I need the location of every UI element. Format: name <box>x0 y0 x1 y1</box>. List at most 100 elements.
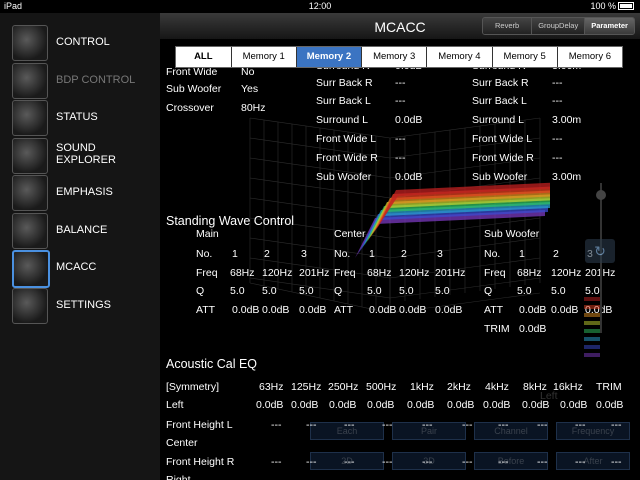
legend-swatch <box>584 337 600 341</box>
legend-swatch <box>584 321 600 325</box>
level-value: --- <box>395 95 406 107</box>
sidebar-item-bdp-control[interactable]: BDP CONTROL <box>10 62 160 99</box>
sidebar-icon <box>12 287 48 324</box>
row-label: No. <box>484 248 501 260</box>
sidebar-icon <box>12 175 48 211</box>
filter-q: 5.0 <box>262 285 277 297</box>
row-label: Freq <box>334 267 356 279</box>
eq-band-header: 250Hz <box>328 381 359 393</box>
sidebar-item-label: SOUND EXPLORER <box>56 141 116 166</box>
sidebar-item-label: CONTROL <box>56 36 110 48</box>
reset-view-icon[interactable]: ↻ <box>585 239 615 263</box>
sidebar-icon <box>12 212 48 249</box>
filter-no: 2 <box>553 248 559 260</box>
eq-cell: --- <box>611 419 622 431</box>
eq-cell: 0.0dB <box>329 399 357 411</box>
sidebar-item-label: BDP CONTROL <box>56 73 136 86</box>
tab-memory-1[interactable]: Memory 1 <box>230 47 296 67</box>
level-label: Front Wide L <box>316 133 377 145</box>
filter-no: 1 <box>369 248 375 260</box>
eq-cell: --- <box>575 419 586 431</box>
eq-cell: 0.0dB <box>560 399 588 411</box>
filter-att: 0.0dB <box>369 304 397 316</box>
tab-groupdelay[interactable]: GroupDelay <box>531 18 585 34</box>
sidebar-icon <box>12 250 50 288</box>
row-label: ATT <box>196 304 216 316</box>
sidebar-icon <box>12 137 48 174</box>
sidebar-item-mcacc[interactable]: MCACC <box>10 250 160 288</box>
distance-value: 3.00m <box>552 171 582 183</box>
view-segmented-control: Reverb GroupDelay Parameter <box>482 17 635 35</box>
eq-band-header: 125Hz <box>291 381 322 393</box>
eq-cell: --- <box>271 456 282 468</box>
eq-cell: --- <box>498 419 509 431</box>
distance-label: Surr Back L <box>472 95 527 107</box>
legend-swatch <box>584 305 600 309</box>
eq-cell: 0.0dB <box>596 399 624 411</box>
trim-label: TRIM <box>484 323 510 335</box>
eq-cell: 0.0dB <box>407 399 435 411</box>
tab-memory-4[interactable]: Memory 4 <box>426 47 491 67</box>
main-panel: MCACC Reverb GroupDelay Parameter ALL Memor… <box>160 13 640 480</box>
filter-freq: 68Hz <box>230 267 255 279</box>
legend-swatch <box>584 329 600 333</box>
group-name: Main <box>196 228 219 240</box>
eq-band-header: 16kHz <box>553 381 583 393</box>
tab-memory-3[interactable]: Memory 3 <box>361 47 426 67</box>
row-label: Freq <box>196 267 218 279</box>
eq-band-header: TRIM <box>596 381 622 393</box>
vertical-slider-knob[interactable] <box>596 190 606 200</box>
sidebar-icon <box>12 62 48 99</box>
setting-value: 80Hz <box>241 102 266 114</box>
tab-memory-6[interactable]: Memory 6 <box>556 47 622 67</box>
eq-row-label: Front Height R <box>166 456 235 468</box>
eq-cell: --- <box>344 419 355 431</box>
filter-freq: 120Hz <box>262 267 293 279</box>
filter-q: 5.0 <box>399 285 414 297</box>
level-value: --- <box>395 152 406 164</box>
tab-reverb[interactable]: Reverb <box>483 18 532 34</box>
filter-freq: 68Hz <box>517 267 542 279</box>
sidebar-icon <box>12 100 48 136</box>
eq-band-header: 1kHz <box>410 381 434 393</box>
sidebar-item-label: MCACC <box>56 261 97 273</box>
distance-value: --- <box>552 95 563 107</box>
eq-cell: 0.0dB <box>483 399 511 411</box>
level-label: Front Wide R <box>316 152 378 164</box>
eq-cell: --- <box>271 419 282 431</box>
filter-q: 5.0 <box>230 285 245 297</box>
eq-cell: 0.0dB <box>367 399 395 411</box>
filter-att: 0.0dB <box>435 304 463 316</box>
eq-cell: 0.0dB <box>522 399 550 411</box>
eq-band-header: 2kHz <box>447 381 471 393</box>
eq-cell: --- <box>575 456 586 468</box>
filter-no: 2 <box>264 248 270 260</box>
level-label: Surr Back R <box>316 77 373 89</box>
row-label: No. <box>334 248 351 260</box>
distance-label: Sub Woofer <box>472 171 528 183</box>
tab-all[interactable]: ALL <box>176 47 231 67</box>
eq-row-label: Center <box>166 437 198 449</box>
eq-cell: --- <box>462 419 473 431</box>
sidebar-item-label: EMPHASIS <box>56 186 113 198</box>
tab-parameter[interactable]: Parameter <box>584 18 634 34</box>
filter-att: 0.0dB <box>299 304 327 316</box>
trim-value: 0.0dB <box>519 323 547 335</box>
sidebar-item-emphasis[interactable]: EMPHASIS <box>10 175 160 211</box>
sidebar-item-balance[interactable]: BALANCE <box>10 212 160 249</box>
tab-memory-5[interactable]: Memory 5 <box>491 47 557 67</box>
level-value: --- <box>395 133 406 145</box>
battery-indicator: 100 % <box>590 1 634 11</box>
sidebar-item-sound-explorer[interactable]: SOUND EXPLORER <box>10 137 160 174</box>
sidebar-item-control[interactable]: CONTROL <box>10 25 160 61</box>
eq-row-label: Right <box>166 474 191 480</box>
tab-memory-2[interactable]: Memory 2 <box>295 47 362 67</box>
eq-cell: --- <box>306 419 317 431</box>
eq-cell: --- <box>382 419 393 431</box>
row-label: Q <box>196 285 205 297</box>
sidebar-item-status[interactable]: STATUS <box>10 100 160 136</box>
sidebar-item-settings[interactable]: SETTINGS <box>10 287 160 324</box>
filter-q: 5.0 <box>517 285 532 297</box>
eq-band-header: 500Hz <box>366 381 397 393</box>
sidebar-item-label: STATUS <box>56 111 98 123</box>
